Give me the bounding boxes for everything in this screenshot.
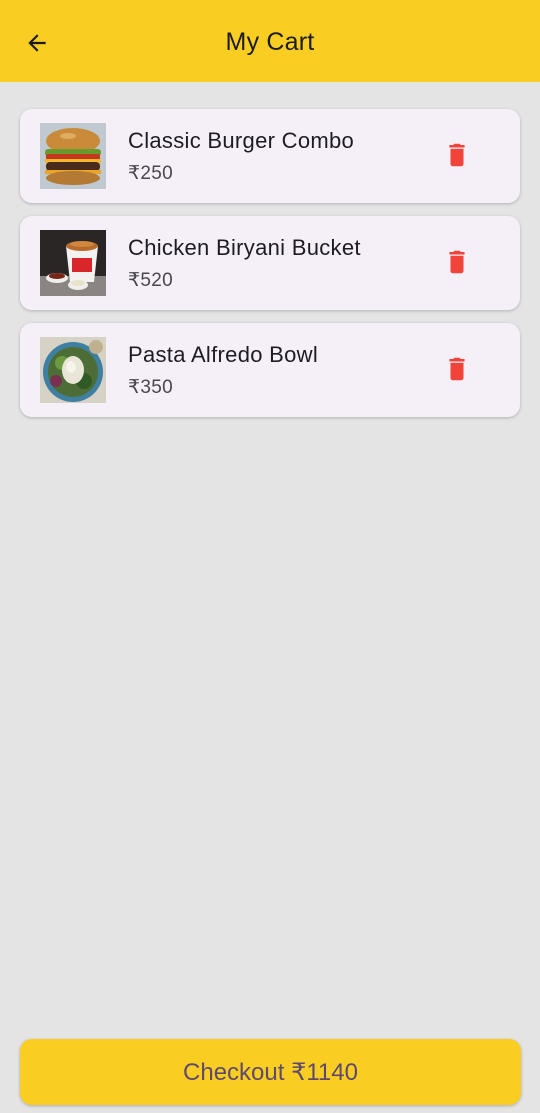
cart-item: Pasta Alfredo Bowl ₹350 (20, 323, 520, 417)
checkout-button[interactable]: Checkout ₹1140 (20, 1039, 521, 1105)
item-name: Classic Burger Combo (128, 128, 355, 153)
pasta-image (40, 337, 106, 403)
trash-icon (444, 140, 470, 175)
item-name: Chicken Biryani Bucket (128, 235, 361, 260)
page-title: My Cart (225, 28, 315, 56)
burger-image (40, 123, 106, 189)
delete-button[interactable] (438, 138, 476, 176)
item-price: ₹250 (128, 163, 173, 184)
item-price: ₹520 (128, 270, 173, 291)
cart-items-list: Classic Burger Combo ₹250 Chicken Biryan… (20, 109, 520, 430)
delete-button[interactable] (438, 245, 476, 283)
app-bar: My Cart (0, 0, 540, 82)
item-price: ₹350 (128, 377, 173, 398)
delete-button[interactable] (438, 352, 476, 390)
cart-item: Chicken Biryani Bucket ₹520 (20, 216, 520, 310)
item-name: Pasta Alfredo Bowl (128, 342, 319, 367)
trash-icon (444, 354, 470, 389)
trash-icon (444, 247, 470, 282)
cart-screen: My Cart Classic Burger Combo ₹250 Chicke… (0, 0, 540, 1113)
cart-item: Classic Burger Combo ₹250 (20, 109, 520, 203)
biryani-image (40, 230, 106, 296)
